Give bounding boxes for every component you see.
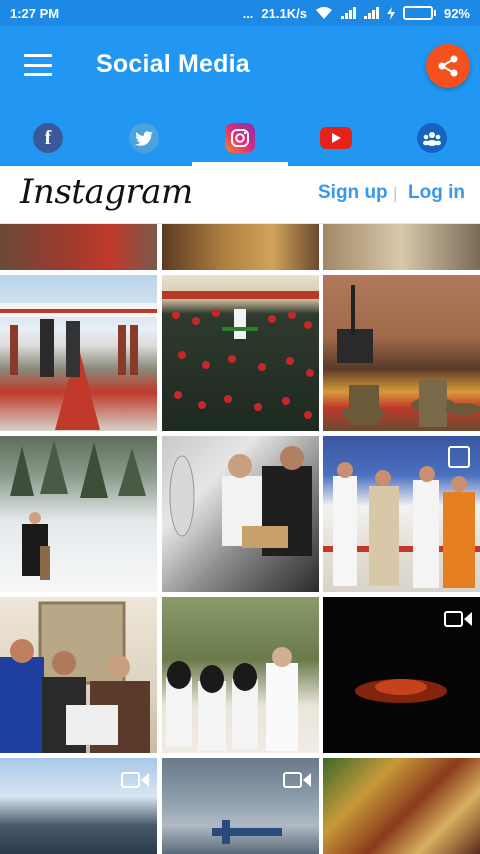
share-icon <box>438 55 458 77</box>
photo-content <box>10 440 146 580</box>
network-speed: 21.1K/s <box>261 5 307 21</box>
status-indicators: ... 21.1K/s 92% <box>243 6 470 21</box>
sign-up-link[interactable]: Sign up <box>318 182 388 204</box>
grid-tile-photo[interactable] <box>0 275 157 431</box>
grid-tile-photo[interactable] <box>323 758 480 854</box>
twitter-icon <box>129 123 159 153</box>
youtube-icon <box>320 127 352 149</box>
status-bar: 1:27 PM ... 21.1K/s 92% <box>0 0 480 26</box>
instagram-icon <box>225 123 255 153</box>
instagram-header: Instagram Sign up | Log in <box>0 166 480 224</box>
signal-icon <box>340 7 356 19</box>
grid-tile-photo[interactable] <box>162 224 319 270</box>
app-bar: Social Media f <box>0 26 480 166</box>
grid-tile-video[interactable] <box>0 758 157 854</box>
share-button[interactable] <box>426 44 470 88</box>
video-icon <box>283 770 311 790</box>
photo-content <box>162 291 319 419</box>
photo-grid <box>0 224 480 854</box>
battery-percent: 92% <box>443 5 470 21</box>
grid-tile-photo[interactable] <box>0 224 157 270</box>
grid-tile-photo[interactable] <box>323 224 480 270</box>
grid-tile-photo[interactable] <box>0 436 157 592</box>
video-icon <box>121 770 149 790</box>
tab-groups[interactable] <box>384 110 480 166</box>
battery-icon <box>402 6 436 20</box>
grid-tile-photo[interactable] <box>162 275 319 431</box>
group-icon <box>417 123 447 153</box>
album-icon <box>448 446 470 468</box>
log-in-link[interactable]: Log in <box>408 182 465 204</box>
video-icon <box>444 609 472 629</box>
social-tabs: f <box>0 110 480 166</box>
tab-youtube[interactable] <box>288 110 384 166</box>
signal-icon-2 <box>363 7 379 19</box>
app-title: Social Media <box>96 50 250 78</box>
charging-icon <box>386 6 395 20</box>
photo-content <box>169 446 312 556</box>
grid-tile-photo[interactable] <box>162 597 319 753</box>
grid-tile-photo[interactable] <box>162 436 319 592</box>
status-dots: ... <box>242 5 254 21</box>
wifi-icon <box>315 6 332 19</box>
hamburger-menu-icon[interactable] <box>22 52 54 78</box>
status-time: 1:27 PM <box>10 5 60 21</box>
link-separator: | <box>393 184 398 203</box>
photo-content <box>0 601 150 753</box>
grid-tile-album[interactable] <box>323 436 480 592</box>
grid-tile-photo[interactable] <box>0 597 157 753</box>
tab-facebook[interactable]: f <box>0 110 96 166</box>
instagram-logo: Instagram <box>20 172 193 212</box>
photo-content <box>337 285 480 427</box>
tab-instagram[interactable] <box>192 110 288 166</box>
facebook-icon: f <box>33 123 63 153</box>
photo-content <box>166 647 298 751</box>
grid-tile-video[interactable] <box>162 758 319 854</box>
photo-content <box>0 303 157 430</box>
tab-twitter[interactable] <box>96 110 192 166</box>
grid-tile-video[interactable] <box>323 597 480 753</box>
grid-tile-photo[interactable] <box>323 275 480 431</box>
